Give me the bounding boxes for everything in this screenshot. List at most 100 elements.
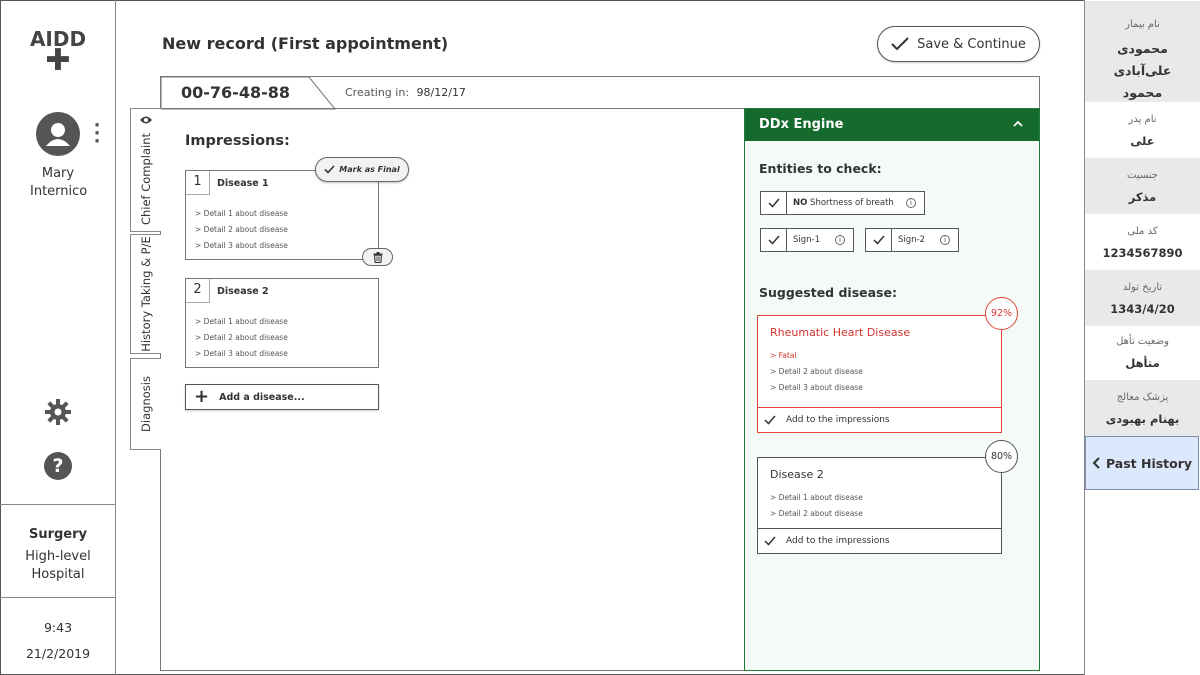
chevron-left-icon xyxy=(1092,457,1100,469)
suggestion-card: Rheumatic Heart Disease > Fatal > Detail… xyxy=(757,315,1002,433)
check-icon xyxy=(764,536,776,546)
info-icon[interactable]: i xyxy=(940,235,950,245)
creating-label: Creating in: xyxy=(345,86,410,99)
suggestion-detail: > Detail 3 about disease xyxy=(770,383,863,392)
doctor-label: پزشک معالج xyxy=(1116,392,1169,403)
avatar[interactable] xyxy=(36,112,80,156)
user-name: Mary Internico xyxy=(30,166,88,199)
national-id-label: کد ملی xyxy=(1127,226,1158,237)
trash-icon xyxy=(373,251,382,263)
check-icon xyxy=(891,37,909,51)
entities-title: Entities to check: xyxy=(759,161,882,176)
impression-number: 2 xyxy=(186,279,210,303)
more-options-icon[interactable]: · · · xyxy=(90,117,104,151)
hospital-name: High-level Hospital xyxy=(25,549,91,582)
impression-detail: > Detail 1 about disease xyxy=(195,209,288,218)
gender-block: جنسیت مذکر xyxy=(1085,158,1200,214)
impression-card[interactable]: 2 Disease 2 > Detail 1 about disease > D… xyxy=(185,278,379,368)
entity-text: Shortness of breath xyxy=(810,198,894,208)
left-sidebar: AIDD ✚ · · · Mary Internico ? Surgery Hi… xyxy=(0,0,116,675)
facility-info: Surgery High-level Hospital xyxy=(0,504,116,598)
past-history-button[interactable]: Past History xyxy=(1085,436,1199,490)
suggestion-detail: > Fatal xyxy=(770,351,797,360)
creating-info: Creating in: 98/12/17 xyxy=(345,86,466,99)
impression-details: > Detail 1 about disease > Detail 2 abou… xyxy=(195,314,288,362)
help-icon[interactable]: ? xyxy=(44,452,72,480)
suggestion-card: Disease 2 > Detail 1 about disease > Det… xyxy=(757,457,1002,554)
chevron-up-icon[interactable] xyxy=(1013,109,1023,141)
delete-impression-button[interactable] xyxy=(362,248,393,266)
tab-chief-complaint[interactable]: Chief Complaint xyxy=(130,108,161,232)
past-history-label: Past History xyxy=(1105,455,1193,471)
info-icon[interactable]: i xyxy=(906,198,916,208)
gender-value: مذکر xyxy=(1128,190,1157,204)
save-continue-label: Save & Continue xyxy=(917,36,1026,52)
mark-as-final-button[interactable]: Mark as Final xyxy=(315,157,409,182)
add-disease-label: Add a disease... xyxy=(219,391,305,403)
gender-label: جنسیت xyxy=(1127,170,1158,181)
patient-name-block: نام بیمار محمودی علی‌آبادی محمود xyxy=(1085,1,1200,102)
national-id-value: 1234567890 xyxy=(1102,246,1183,260)
add-to-impressions-button[interactable]: Add to the impressions xyxy=(758,407,1001,432)
page-title: New record (First appointment) xyxy=(162,34,449,53)
birthdate-label: تاریخ تولد xyxy=(1122,282,1163,293)
logo-plus-icon: ✚ xyxy=(45,43,71,78)
national-id-block: کد ملی 1234567890 xyxy=(1085,214,1200,270)
father-name-block: نام پدر علی xyxy=(1085,102,1200,158)
clock: 9:43 21/2/2019 xyxy=(0,615,116,667)
add-to-impressions-button[interactable]: Add to the impressions xyxy=(758,528,1001,553)
suggestion-name: Rheumatic Heart Disease xyxy=(770,326,911,339)
check-icon xyxy=(866,229,892,251)
mark-as-final-label: Mark as Final xyxy=(339,165,400,174)
creating-date: 98/12/17 xyxy=(416,86,466,99)
impression-detail: > Detail 2 about disease xyxy=(195,333,288,342)
save-continue-button[interactable]: Save & Continue xyxy=(877,26,1040,62)
department: Surgery xyxy=(28,527,88,542)
entity-checkbox[interactable]: NO Shortness of breath i xyxy=(760,191,925,215)
app-logo[interactable]: AIDD ✚ xyxy=(0,28,116,78)
impression-detail: > Detail 1 about disease xyxy=(195,317,288,326)
impression-name: Disease 1 xyxy=(217,178,269,189)
suggestion-detail: > Detail 1 about disease xyxy=(770,493,863,502)
impression-card[interactable]: 1 Disease 1 > Detail 1 about disease > D… xyxy=(185,170,379,260)
settings-gear-icon[interactable] xyxy=(44,398,72,426)
add-disease-button[interactable]: + Add a disease... xyxy=(185,384,379,410)
impressions-title: Impressions: xyxy=(185,133,290,149)
tab-diagnosis[interactable]: Diagnosis xyxy=(130,358,161,450)
father-name-label: نام پدر xyxy=(1128,114,1157,125)
entity-text: Sign-2 xyxy=(898,235,926,245)
suggestion-details: > Fatal > Detail 2 about disease > Detai… xyxy=(770,348,863,396)
suggestion-detail: > Detail 2 about disease xyxy=(770,367,863,376)
confidence-badge: 92% xyxy=(985,297,1018,330)
suggested-title: Suggested disease: xyxy=(759,285,897,300)
entity-label: NO Shortness of breath xyxy=(787,198,894,208)
check-icon xyxy=(761,229,787,251)
doctor-block: پزشک معالج بهنام بهبودی xyxy=(1085,380,1200,436)
tab-history-taking[interactable]: History Taking & P/E xyxy=(130,234,161,354)
check-icon xyxy=(764,415,776,425)
entity-checkbox[interactable]: Sign-2 i xyxy=(865,228,959,252)
entity-checkbox[interactable]: Sign-1 i xyxy=(760,228,854,252)
ddx-engine-panel: DDx Engine Entities to check: NO Shortne… xyxy=(744,108,1040,671)
impression-name: Disease 2 xyxy=(217,286,269,297)
record-id: 00-76-48-88 xyxy=(181,83,290,102)
birthdate-block: تاریخ تولد 1343/4/20 xyxy=(1085,270,1200,326)
info-icon[interactable]: i xyxy=(835,235,845,245)
plus-icon: + xyxy=(194,386,210,407)
check-icon xyxy=(761,192,787,214)
suggestion-detail: > Detail 2 about disease xyxy=(770,509,863,518)
impression-detail: > Detail 2 about disease xyxy=(195,225,288,234)
ddx-header[interactable]: DDx Engine xyxy=(745,109,1039,141)
tab-chief-complaint-label: Chief Complaint xyxy=(139,132,153,225)
entity-text: Sign-1 xyxy=(793,235,821,245)
marital-block: وضعیت تأهل متأهل xyxy=(1085,326,1200,380)
tab-history-taking-label: History Taking & P/E xyxy=(139,236,153,352)
confidence-badge: 80% xyxy=(985,440,1018,473)
impression-number: 1 xyxy=(186,171,210,195)
birthdate-value: 1343/4/20 xyxy=(1110,302,1175,316)
ddx-title: DDx Engine xyxy=(759,117,844,132)
suggestion-name: Disease 2 xyxy=(770,468,824,481)
add-to-impressions-label: Add to the impressions xyxy=(786,415,890,425)
patient-name-value: محمودی علی‌آبادی محمود xyxy=(1113,41,1172,100)
add-to-impressions-label: Add to the impressions xyxy=(786,536,890,546)
